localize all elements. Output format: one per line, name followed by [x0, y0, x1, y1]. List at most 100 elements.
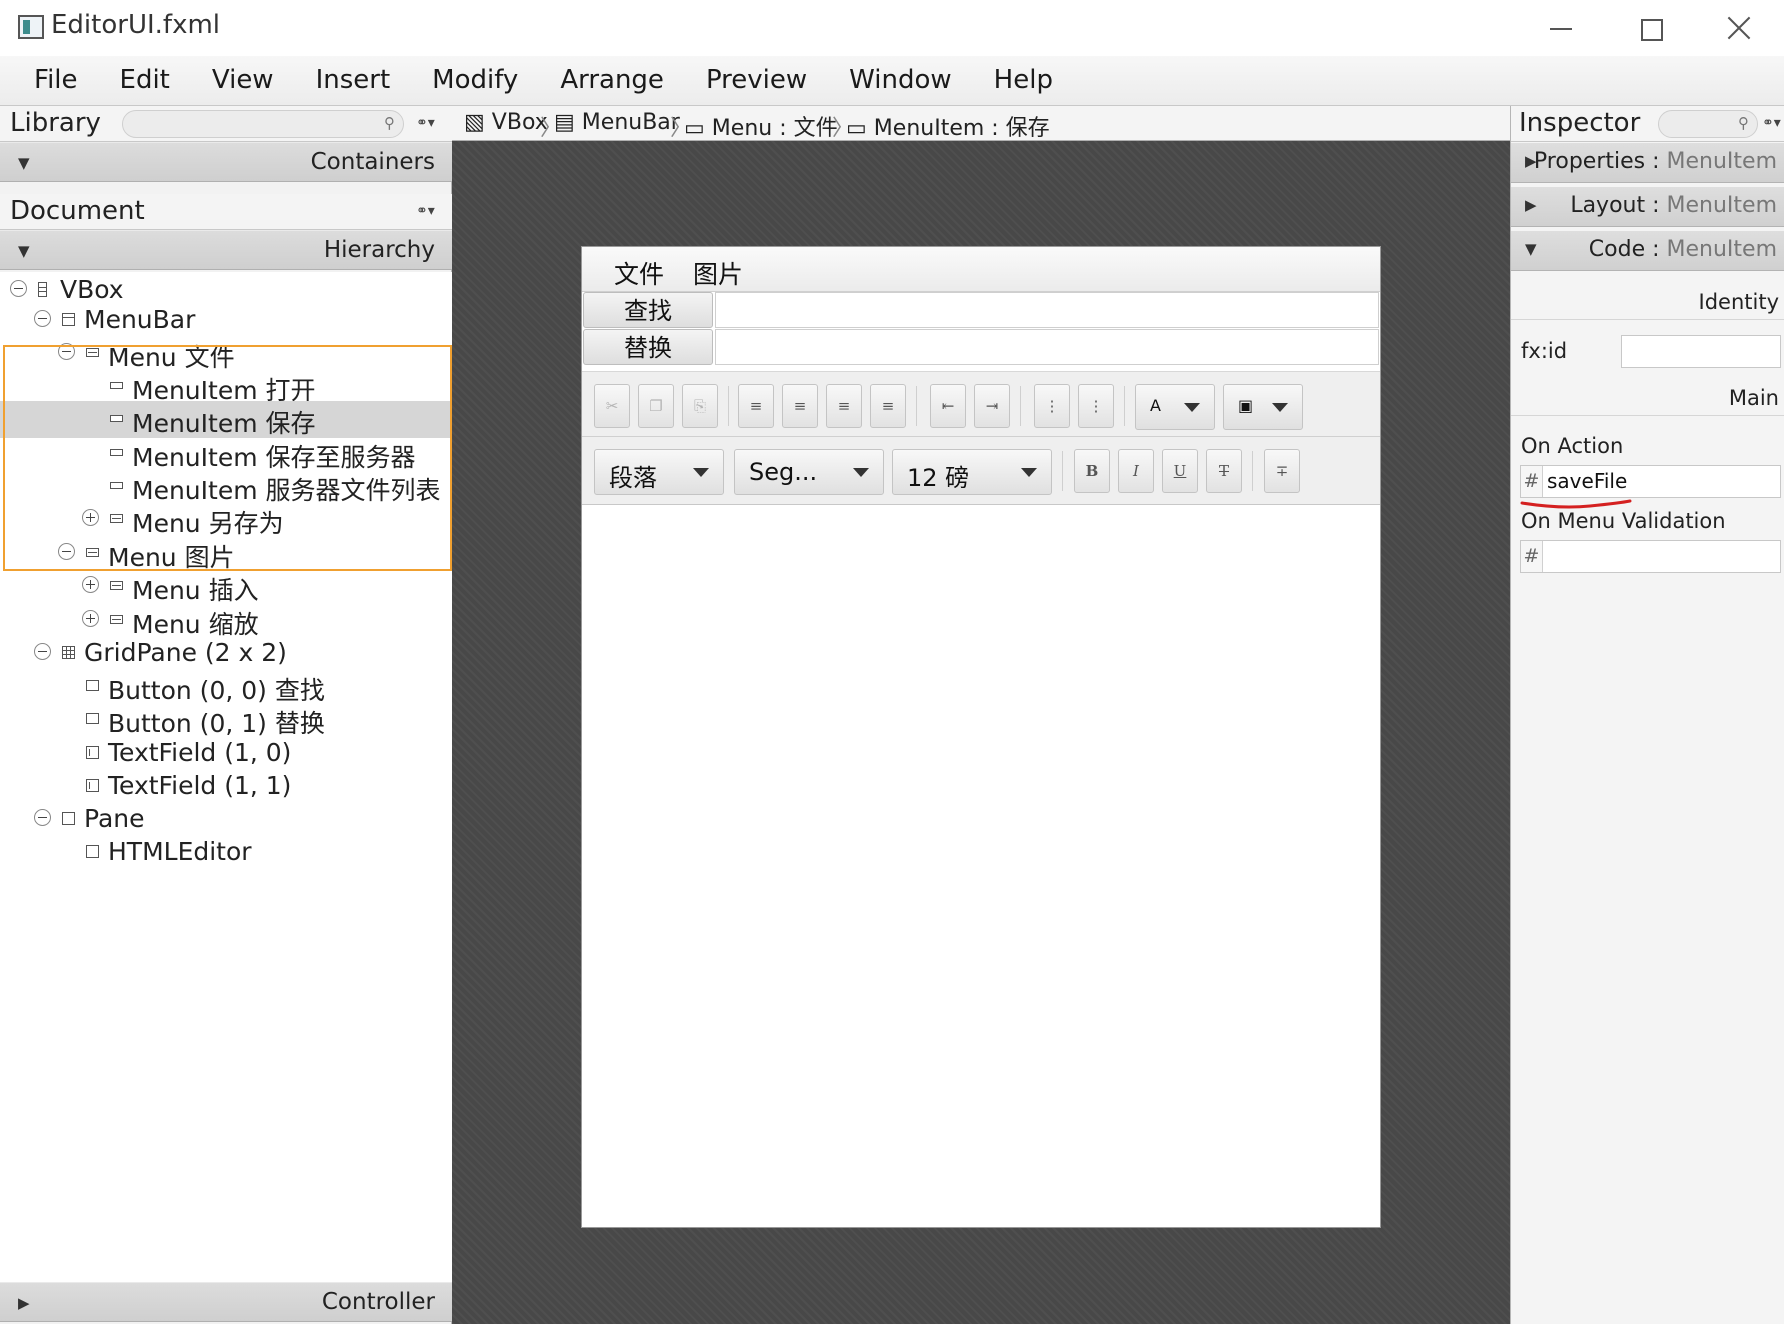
preview-find-textfield[interactable]: [715, 292, 1379, 328]
align-left-icon[interactable]: ≡: [738, 384, 774, 428]
tree-item[interactable]: TextField (1, 1): [0, 768, 452, 805]
tree-item[interactable]: MenuItem 打开: [0, 368, 452, 405]
tree-item-label: TextField (1, 0): [108, 738, 292, 767]
preview-find-button[interactable]: 查找: [583, 292, 713, 328]
section-name: Code: [1588, 237, 1646, 262]
horizontal-rule-icon[interactable]: ∓: [1264, 449, 1300, 493]
tree-item[interactable]: Menu 另存为: [0, 501, 452, 538]
tree-item[interactable]: Button (0, 0) 查找: [0, 668, 452, 705]
menu-insert[interactable]: Insert: [295, 56, 412, 106]
preview-grid-row-1: 替换: [582, 329, 1380, 366]
menu-preview[interactable]: Preview: [685, 56, 828, 106]
tree-item[interactable]: GridPane (2 x 2): [0, 635, 452, 672]
tree-item[interactable]: MenuItem 保存至服务器: [0, 435, 452, 472]
properties-section[interactable]: ▶ Properties : MenuItem: [1511, 143, 1784, 183]
on-action-label: On Action: [1521, 434, 1624, 458]
identity-header: Identity: [1511, 286, 1784, 320]
breadcrumb-vbox[interactable]: ▧ VBox: [464, 110, 548, 135]
maximize-button[interactable]: [1604, 0, 1694, 56]
chevron-down-icon: [1184, 403, 1200, 412]
collapse-arrow-icon: ▼: [18, 154, 30, 172]
breadcrumb-menu[interactable]: ▭ Menu : 文件: [684, 110, 838, 142]
collapse-toggle-icon[interactable]: [58, 343, 75, 360]
collapse-toggle-icon[interactable]: [34, 809, 51, 826]
layout-preview[interactable]: 文件 图片 查找 替换 ✂ ❐ ⎘ ≡ ≡ ≡ ≡ ⇤ ⇥ ⋮ ⋮ A ▣ 段落…: [581, 246, 1381, 1228]
collapse-toggle-icon[interactable]: [34, 310, 51, 327]
inspector-settings-icon[interactable]: ⚭▾: [1762, 115, 1781, 131]
menu-help[interactable]: Help: [973, 56, 1074, 106]
paste-icon[interactable]: ⎘: [682, 384, 718, 428]
font-size-select[interactable]: 12 磅: [892, 449, 1052, 495]
outdent-icon[interactable]: ⇤: [930, 384, 966, 428]
tree-item[interactable]: TextField (1, 0): [0, 735, 452, 772]
tree-item[interactable]: Menu 文件: [0, 335, 452, 372]
inspector-search-input[interactable]: ⚲: [1658, 110, 1758, 138]
tree-item-label: HTMLEditor: [108, 837, 252, 866]
document-settings-icon[interactable]: ⚭▾: [416, 203, 435, 219]
minimize-button[interactable]: [1514, 0, 1604, 56]
align-right-icon[interactable]: ≡: [826, 384, 862, 428]
preview-menubar[interactable]: 文件 图片: [582, 247, 1380, 292]
menu-window[interactable]: Window: [828, 56, 973, 106]
breadcrumb-menuitem[interactable]: ▭ MenuItem : 保存: [846, 110, 1050, 142]
menu-edit[interactable]: Edit: [99, 56, 191, 106]
library-containers-section[interactable]: ▼ Containers: [0, 142, 452, 182]
font-family-select[interactable]: Seg...: [734, 449, 884, 495]
main-header: Main: [1511, 382, 1784, 416]
menu-view[interactable]: View: [191, 56, 295, 106]
expand-toggle-icon[interactable]: [82, 509, 99, 526]
inspector-title: Inspector: [1519, 108, 1641, 138]
menu-arrange[interactable]: Arrange: [539, 56, 685, 106]
html-editor-content[interactable]: [582, 505, 1380, 1227]
tree-item[interactable]: Button (0, 1) 替换: [0, 701, 452, 738]
on-action-value: saveFile: [1547, 469, 1628, 493]
fx-id-field[interactable]: [1621, 335, 1781, 368]
copy-icon[interactable]: ❐: [638, 384, 674, 428]
expand-toggle-icon[interactable]: [82, 576, 99, 593]
library-search-input[interactable]: ⚲: [122, 110, 404, 138]
cut-icon[interactable]: ✂: [594, 384, 630, 428]
indent-icon[interactable]: ⇥: [974, 384, 1010, 428]
tree-item[interactable]: MenuBar: [0, 302, 452, 339]
code-section[interactable]: ▼ Code : MenuItem: [1511, 231, 1784, 271]
close-button[interactable]: [1694, 0, 1784, 56]
menu-file[interactable]: File: [13, 56, 99, 106]
tree-item[interactable]: Menu 插入: [0, 568, 452, 605]
italic-icon[interactable]: I: [1118, 449, 1154, 493]
collapse-toggle-icon[interactable]: [10, 280, 27, 297]
numbered-list-icon[interactable]: ⋮: [1078, 384, 1114, 428]
background-color-picker[interactable]: ▣: [1223, 384, 1303, 430]
strikethrough-icon[interactable]: T: [1206, 449, 1242, 493]
underline-icon[interactable]: U: [1162, 449, 1198, 493]
tree-item[interactable]: Menu 缩放: [0, 602, 452, 639]
align-justify-icon[interactable]: ≡: [870, 384, 906, 428]
bold-icon[interactable]: B: [1074, 449, 1110, 493]
preview-replace-textfield[interactable]: [715, 329, 1379, 365]
on-menu-validation-field[interactable]: #: [1520, 540, 1781, 573]
align-center-icon[interactable]: ≡: [782, 384, 818, 428]
tree-item[interactable]: HTMLEditor: [0, 834, 452, 871]
text-color-picker[interactable]: A: [1135, 384, 1215, 430]
tree-item[interactable]: MenuItem 服务器文件列表: [0, 468, 452, 505]
bullet-list-icon[interactable]: ⋮: [1034, 384, 1070, 428]
library-settings-icon[interactable]: ⚭▾: [416, 115, 435, 131]
tree-item[interactable]: Pane: [0, 801, 452, 838]
annotation-underline: [1520, 499, 1632, 509]
tree-item[interactable]: Menu 图片: [0, 535, 452, 572]
tree-item[interactable]: MenuItem 保存: [0, 401, 452, 438]
collapse-toggle-icon[interactable]: [58, 543, 75, 560]
preview-menu-image[interactable]: 图片: [693, 255, 743, 291]
identity-label: Identity: [1698, 290, 1779, 314]
controller-section[interactable]: ▶ Controller: [0, 1282, 452, 1322]
collapse-toggle-icon[interactable]: [34, 643, 51, 660]
preview-replace-button[interactable]: 替换: [583, 329, 713, 365]
library-title: Library: [10, 108, 101, 138]
menu-modify[interactable]: Modify: [411, 56, 539, 106]
preview-menu-file[interactable]: 文件: [614, 255, 664, 291]
breadcrumb-menubar[interactable]: ▤ MenuBar: [554, 110, 680, 135]
paragraph-format-select[interactable]: 段落: [594, 449, 724, 495]
hierarchy-section[interactable]: ▼ Hierarchy: [0, 230, 452, 270]
layout-section[interactable]: ▶ Layout : MenuItem: [1511, 187, 1784, 227]
expand-toggle-icon[interactable]: [82, 610, 99, 627]
on-action-field[interactable]: # saveFile: [1520, 465, 1781, 498]
